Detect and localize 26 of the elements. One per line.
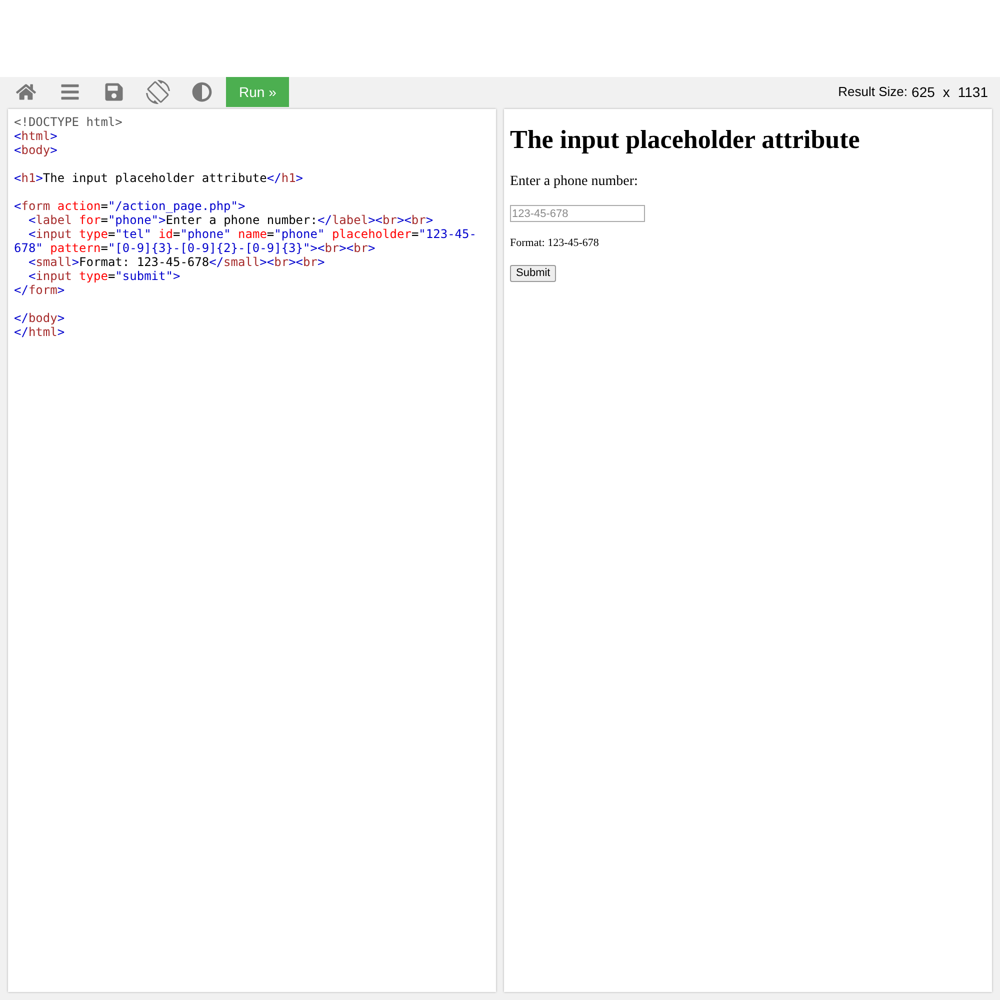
format-note: Format: 123-45-678 <box>510 236 599 251</box>
result-width: 625 <box>912 82 935 102</box>
phone-input[interactable]: 123-45-678 <box>510 205 645 222</box>
code-line: </body> <box>14 311 65 325</box>
result-size-label: Result Size: <box>838 83 908 102</box>
code-line: <form action="/action_page.php"> <box>14 199 246 213</box>
contrast-icon <box>192 82 212 102</box>
code-line: <!DOCTYPE html> <box>14 115 122 129</box>
home-icon <box>16 82 36 102</box>
page-heading: The input placeholder attribute <box>510 125 860 155</box>
code-line: <label for="phone">Enter a phone number:</label><br><br> <box>27 213 434 227</box>
code-line: 678" pattern="[0-9]{3}-[0-9]{2}-[0-9]{3}"><br><br> <box>14 241 376 255</box>
code-line: </form> <box>14 283 65 297</box>
code-line: <small>Format: 123-45-678</small><br><br> <box>27 255 325 269</box>
menu-icon <box>60 82 80 102</box>
submit-button[interactable]: Submit <box>510 264 556 282</box>
rotate-icon <box>146 80 170 104</box>
code-line: <input type="tel" id="phone" name="phone" placeholder="123-45- <box>27 227 476 241</box>
code-line: <input type="submit"> <box>27 269 180 283</box>
code-line: <body> <box>14 143 58 157</box>
code-line: <html> <box>14 129 58 143</box>
phone-label: Enter a phone number: <box>510 173 638 191</box>
code-line: </html> <box>14 325 65 339</box>
code-line: <h1>The input placeholder attribute</h1> <box>14 171 304 185</box>
times-sign: x <box>942 82 950 102</box>
result-height: 1131 <box>958 82 988 102</box>
